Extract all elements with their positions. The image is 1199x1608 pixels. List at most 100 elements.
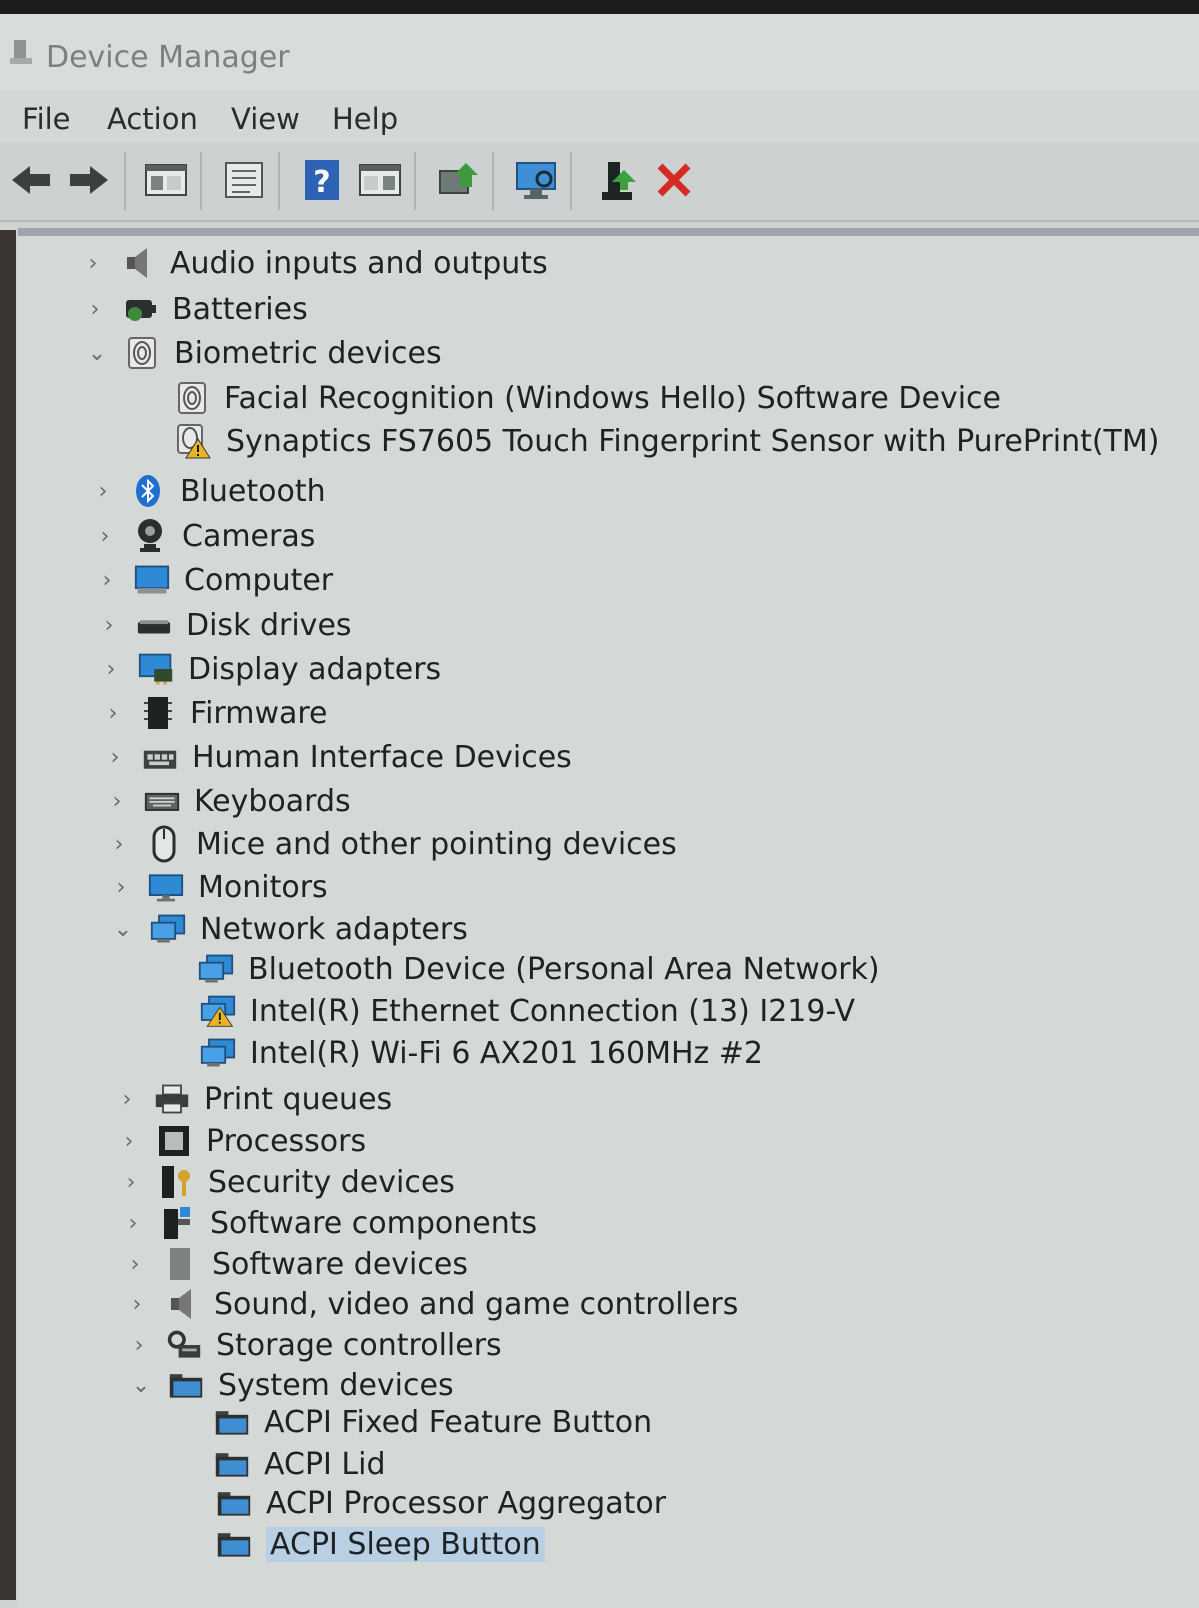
chevron-right-icon[interactable]: ›: [116, 1087, 138, 1112]
tree-item-facial-recognition[interactable]: › Facial Recognition (Windows Hello) Sof…: [136, 377, 1001, 419]
system-folder-icon: [168, 1368, 204, 1402]
back-icon[interactable]: [10, 158, 54, 202]
tree-item-label: Bluetooth: [180, 473, 326, 509]
tree-item-processors[interactable]: › Processors: [118, 1120, 367, 1162]
tree-item-software-components[interactable]: › Software components: [122, 1202, 538, 1244]
speaker-icon: [164, 1287, 200, 1321]
menu-help[interactable]: Help: [332, 102, 398, 136]
chevron-right-icon[interactable]: ›: [102, 701, 124, 726]
update-driver-icon[interactable]: [436, 158, 480, 202]
chevron-right-icon[interactable]: ›: [110, 875, 132, 900]
toolbar-separator: [570, 152, 572, 210]
system-folder-icon: [216, 1527, 252, 1561]
tree-item-audio[interactable]: › Audio inputs and outputs: [82, 242, 548, 284]
chevron-right-icon[interactable]: ›: [122, 1211, 144, 1236]
tree-item-software-devices[interactable]: › Software devices: [124, 1243, 468, 1285]
tree-item-label: ACPI Lid: [264, 1446, 386, 1482]
chevron-right-icon[interactable]: ›: [82, 251, 104, 276]
tree-item-intel-wifi[interactable]: › Intel(R) Wi-Fi 6 AX201 160MHz #2: [162, 1032, 763, 1074]
scan-hardware-icon[interactable]: [514, 158, 558, 202]
toolbar-separator: [124, 152, 126, 210]
chevron-right-icon[interactable]: ›: [104, 745, 126, 770]
toolbar-separator: [492, 152, 494, 210]
tree-item-label: Synaptics FS7605 Touch Fingerprint Senso…: [226, 423, 1160, 459]
enable-device-icon[interactable]: [596, 158, 640, 202]
chevron-right-icon[interactable]: ›: [100, 657, 122, 682]
chevron-down-icon[interactable]: ⌄: [112, 917, 134, 942]
tree-item-label: Disk drives: [186, 607, 352, 643]
keyboard-icon: [144, 784, 180, 818]
network-adapter-icon: [150, 912, 186, 946]
network-adapter-icon: [198, 952, 234, 986]
tree-item-label: Bluetooth Device (Personal Area Network): [248, 951, 880, 987]
tree-item-label: Facial Recognition (Windows Hello) Softw…: [224, 380, 1001, 416]
chevron-right-icon[interactable]: ›: [124, 1252, 146, 1277]
tree-item-intel-ethernet[interactable]: › Intel(R) Ethernet Connection (13) I219…: [162, 990, 855, 1032]
properties-icon[interactable]: [222, 158, 266, 202]
tree-item-keyboards[interactable]: › Keyboards: [106, 780, 351, 822]
toolbar-separator: [414, 152, 416, 210]
tree-item-computer[interactable]: › Computer: [96, 559, 334, 601]
uninstall-icon[interactable]: [652, 158, 696, 202]
tree-item-firmware[interactable]: › Firmware: [102, 692, 328, 734]
menu-action[interactable]: Action: [107, 102, 198, 136]
tree-item-hid[interactable]: › Human Interface Devices: [104, 736, 572, 778]
chevron-right-icon[interactable]: ›: [94, 524, 116, 549]
fingerprint-icon: [174, 381, 210, 415]
tree-item-label: Firmware: [190, 695, 328, 731]
battery-icon: [122, 292, 158, 326]
tree-item-label: Human Interface Devices: [192, 739, 572, 775]
tree-item-acpi-sleep-button[interactable]: › ACPI Sleep Button: [178, 1523, 545, 1565]
action-pane-icon[interactable]: [358, 158, 402, 202]
tree-item-cameras[interactable]: › Cameras: [94, 515, 316, 557]
tree-item-acpi-fixed-feature-button[interactable]: › ACPI Fixed Feature Button: [176, 1401, 652, 1443]
tree-item-network-adapters[interactable]: ⌄ Network adapters: [112, 908, 468, 950]
tree-item-label: Audio inputs and outputs: [170, 245, 548, 281]
chevron-right-icon[interactable]: ›: [128, 1333, 150, 1358]
tree-item-label: Biometric devices: [174, 335, 442, 371]
tree-item-disk-drives[interactable]: › Disk drives: [98, 604, 352, 646]
tree-item-acpi-processor-aggregator[interactable]: › ACPI Processor Aggregator: [178, 1482, 666, 1524]
chevron-down-icon[interactable]: ⌄: [86, 341, 108, 366]
chevron-right-icon[interactable]: ›: [84, 297, 106, 322]
tree-item-synaptics-fingerprint[interactable]: › Synaptics FS7605 Touch Fingerprint Sen…: [138, 420, 1159, 462]
tree-item-label: System devices: [218, 1367, 454, 1403]
chevron-right-icon[interactable]: ›: [108, 832, 130, 857]
screen-bezel-left: [0, 230, 16, 1600]
tree-item-biometric[interactable]: ⌄ Biometric devices: [86, 332, 442, 374]
tree-item-bluetooth[interactable]: › Bluetooth: [92, 470, 326, 512]
chevron-right-icon[interactable]: ›: [98, 613, 120, 638]
fingerprint-warning-icon: [176, 424, 212, 459]
security-key-icon: [158, 1165, 194, 1199]
chevron-right-icon[interactable]: ›: [118, 1129, 140, 1154]
tree-item-bluetooth-pan[interactable]: › Bluetooth Device (Personal Area Networ…: [160, 948, 880, 990]
chevron-down-icon[interactable]: ⌄: [130, 1373, 152, 1398]
menu-file[interactable]: File: [22, 102, 71, 136]
help-icon[interactable]: ?: [300, 158, 344, 202]
forward-icon[interactable]: [66, 158, 110, 202]
tree-item-display-adapters[interactable]: › Display adapters: [100, 648, 442, 690]
tree-item-print-queues[interactable]: › Print queues: [116, 1078, 393, 1120]
tree-item-security-devices[interactable]: › Security devices: [120, 1161, 455, 1203]
chevron-right-icon[interactable]: ›: [120, 1170, 142, 1195]
tree-item-sound-video-game[interactable]: › Sound, video and game controllers: [126, 1283, 739, 1325]
tree-item-system-devices[interactable]: ⌄ System devices: [130, 1364, 454, 1406]
network-adapter-warning-icon: [200, 994, 236, 1028]
chevron-right-icon[interactable]: ›: [92, 479, 114, 504]
tree-item-mice[interactable]: › Mice and other pointing devices: [108, 823, 677, 865]
show-hide-console-tree-icon[interactable]: [144, 158, 188, 202]
tree-item-batteries[interactable]: › Batteries: [84, 288, 308, 330]
software-device-icon: [162, 1247, 198, 1281]
tree-item-storage-controllers[interactable]: › Storage controllers: [128, 1324, 502, 1366]
tree-item-acpi-lid[interactable]: › ACPI Lid: [176, 1443, 386, 1485]
firmware-chip-icon: [140, 696, 176, 730]
menu-view[interactable]: View: [231, 102, 300, 136]
monitor-icon: [148, 870, 184, 904]
chevron-right-icon[interactable]: ›: [106, 789, 128, 814]
tree-item-label: Sound, video and game controllers: [214, 1286, 739, 1322]
chevron-right-icon[interactable]: ›: [126, 1292, 148, 1317]
hid-icon: [142, 740, 178, 774]
tree-item-monitors[interactable]: › Monitors: [110, 866, 328, 908]
webcam-icon: [132, 519, 168, 553]
chevron-right-icon[interactable]: ›: [96, 568, 118, 593]
